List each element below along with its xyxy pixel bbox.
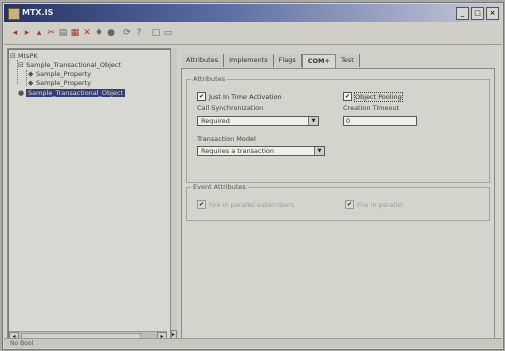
event-attributes-group: Event Attributes ✔ Fire in parallel subs… <box>186 183 490 221</box>
refresh-icon[interactable]: ⟳ <box>122 28 132 38</box>
tab-implements[interactable]: Implements <box>224 54 274 67</box>
tab-com-plus[interactable]: COM+ <box>301 54 336 68</box>
tx-model-select[interactable]: Requires a transaction ▼ <box>197 146 325 156</box>
main-window: MTX.IS _ □ × ◂ ▸ ▴ ✂ ▤ ▦ ✕ ♦ ● ⟳ ? □ ▭ ⊟… <box>2 2 504 350</box>
creation-timeout-label: Creation Timeout <box>343 104 400 112</box>
close-button[interactable]: × <box>486 7 499 20</box>
minimize-button[interactable]: _ <box>456 7 469 20</box>
status-bar: No Bool <box>4 338 502 348</box>
new-icon[interactable]: □ <box>151 28 161 38</box>
sync-label: Call Synchronization <box>197 104 264 112</box>
tree-component[interactable]: ⊟ Sample_Transactional_Object <box>18 61 121 70</box>
creation-timeout-input[interactable]: 0 <box>343 116 417 126</box>
up-icon[interactable]: ▴ <box>34 28 44 38</box>
tab-bar: Attributes Implements Flags COM+ Test <box>181 54 360 68</box>
object-tree[interactable]: ⊟ MtsPK ⊟ Sample_Transactional_Object ◆ Sam… <box>7 48 171 344</box>
copy-icon[interactable]: ▤ <box>58 28 68 38</box>
title-bar: MTX.IS _ □ × <box>4 4 502 22</box>
property-icon: ◆ <box>28 79 34 87</box>
properties-icon[interactable]: ♦ <box>94 28 104 38</box>
object-icon: ● <box>18 89 25 97</box>
sync-select[interactable]: Required ▼ <box>197 116 319 126</box>
tab-test[interactable]: Test <box>335 54 360 67</box>
collapse-icon[interactable]: ⊟ <box>18 61 26 70</box>
property-icon: ◆ <box>28 70 34 78</box>
cut-icon[interactable]: ✂ <box>46 28 56 38</box>
collapse-icon[interactable]: ⊟ <box>10 52 18 61</box>
tab-attributes[interactable]: Attributes <box>181 54 225 67</box>
event-group-title: Event Attributes <box>191 183 248 191</box>
check-icon: ✔ <box>345 200 354 209</box>
jit-checkbox[interactable]: ✔ Just In Time Activation <box>197 92 282 101</box>
tree-child-1[interactable]: ◆ Sample_Property <box>28 70 91 79</box>
dropdown-arrow-icon[interactable]: ▼ <box>314 147 324 155</box>
tree-root[interactable]: ⊟ MtsPK <box>10 52 38 61</box>
maximize-button[interactable]: □ <box>471 7 484 20</box>
back-icon[interactable]: ◂ <box>10 28 20 38</box>
dropdown-arrow-icon[interactable]: ▼ <box>308 117 318 125</box>
toolbar: ◂ ▸ ▴ ✂ ▤ ▦ ✕ ♦ ● ⟳ ? □ ▭ <box>4 24 502 45</box>
help-icon[interactable]: ? <box>134 28 144 38</box>
check-icon: ✔ <box>343 92 352 101</box>
event-option-1-checkbox[interactable]: ✔ Fire in parallel subscribers <box>197 200 294 209</box>
tab-flags[interactable]: Flags <box>273 54 302 67</box>
forward-icon[interactable]: ▸ <box>22 28 32 38</box>
window-title: MTX.IS <box>22 8 54 17</box>
attributes-group: Attributes ✔ Just In Time Activation ✔ O… <box>186 75 490 183</box>
pane-splitter[interactable]: ▸ <box>171 48 177 342</box>
delete-icon[interactable]: ✕ <box>82 28 92 38</box>
tree-child-2[interactable]: ◆ Sample_Property <box>28 79 91 88</box>
paste-icon[interactable]: ▦ <box>70 28 80 38</box>
open-icon[interactable]: ▭ <box>163 28 173 38</box>
check-icon: ✔ <box>197 200 206 209</box>
object-pooling-checkbox[interactable]: ✔ Object Pooling <box>343 91 403 102</box>
view-icon[interactable]: ● <box>106 28 116 38</box>
tx-model-label: Transaction Model <box>197 135 256 143</box>
app-icon <box>8 8 20 20</box>
window-controls: _ □ × <box>456 7 499 20</box>
tree-selected-object[interactable]: ● Sample_Transactional_Object <box>18 89 126 98</box>
attributes-group-title: Attributes <box>191 75 228 83</box>
tab-page: Attributes ✔ Just In Time Activation ✔ O… <box>181 68 495 340</box>
event-option-2-checkbox[interactable]: ✔ Fire in parallel <box>345 200 403 209</box>
details-pane: Attributes Implements Flags COM+ Test At… <box>179 48 497 342</box>
check-icon: ✔ <box>197 92 206 101</box>
